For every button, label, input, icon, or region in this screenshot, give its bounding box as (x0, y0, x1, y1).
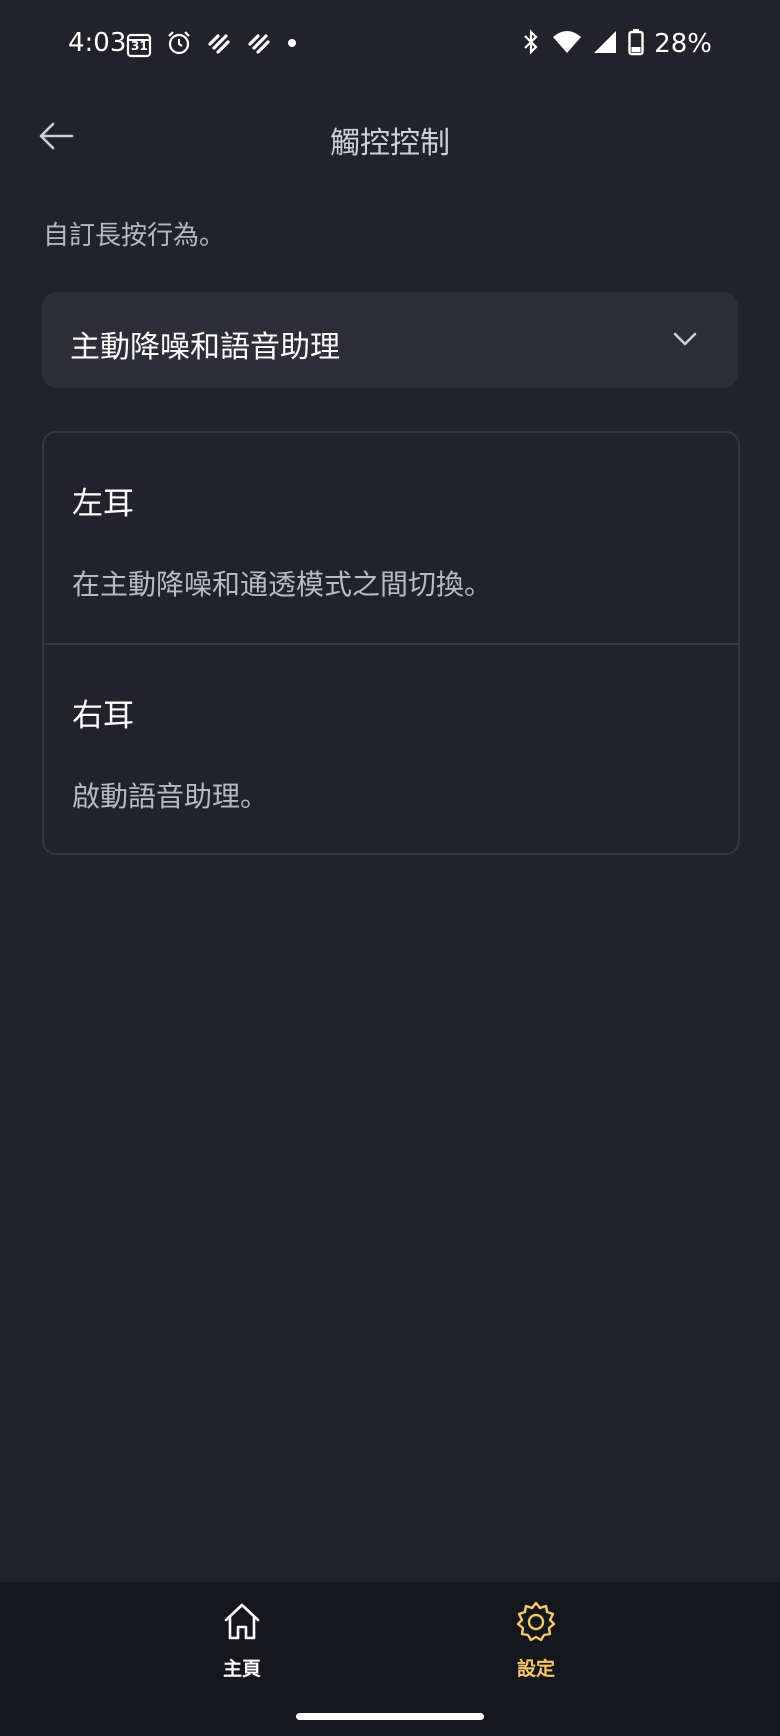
page-title: 觸控控制 (330, 126, 450, 161)
left-ear-title: 左耳 (72, 486, 134, 522)
more-notifications-dot-icon (286, 30, 298, 60)
alarm-icon (166, 30, 192, 60)
home-icon (224, 1603, 260, 1640)
gear-icon (516, 1601, 556, 1642)
right-ear-section: 右耳 啟動語音助理。 (44, 643, 738, 855)
top-app-bar: 觸控控制 (0, 96, 780, 176)
left-ear-section: 左耳 在主動降噪和通透模式之間切換。 (44, 433, 738, 643)
behavior-dropdown[interactable]: 主動降噪和語音助理 (42, 292, 738, 388)
calendar-day: 31 (131, 39, 148, 53)
ear-behavior-card: 左耳 在主動降噪和通透模式之間切換。 右耳 啟動語音助理。 (42, 431, 740, 855)
status-time: 4:03 (68, 28, 127, 58)
wifi-icon (552, 29, 582, 59)
left-ear-description: 在主動降噪和通透模式之間切換。 (72, 568, 493, 601)
app-notification-icon (206, 30, 232, 60)
nav-label-settings: 設定 (516, 1658, 555, 1680)
page-description: 自訂長按行為。 (43, 221, 226, 251)
nav-label-home: 主頁 (222, 1658, 261, 1680)
dropdown-selected-value: 主動降噪和語音助理 (70, 330, 340, 365)
notification-icons: 31 (126, 30, 298, 60)
gesture-home-bar[interactable] (296, 1713, 484, 1720)
right-ear-title: 右耳 (72, 698, 134, 734)
app-notification-icon (246, 30, 272, 60)
calendar-icon: 31 (126, 32, 152, 58)
status-bar: 4:03 31 28% (0, 0, 780, 90)
nav-item-home[interactable]: 主頁 (152, 1582, 332, 1702)
battery-percentage: 28% (654, 29, 712, 59)
nav-item-settings[interactable]: 設定 (446, 1582, 626, 1702)
bluetooth-icon (520, 28, 542, 60)
cellular-signal-icon (592, 29, 618, 59)
right-ear-description: 啟動語音助理。 (72, 780, 269, 813)
system-icons: 28% (520, 28, 712, 60)
battery-icon (628, 28, 644, 60)
chevron-down-icon (673, 332, 697, 346)
